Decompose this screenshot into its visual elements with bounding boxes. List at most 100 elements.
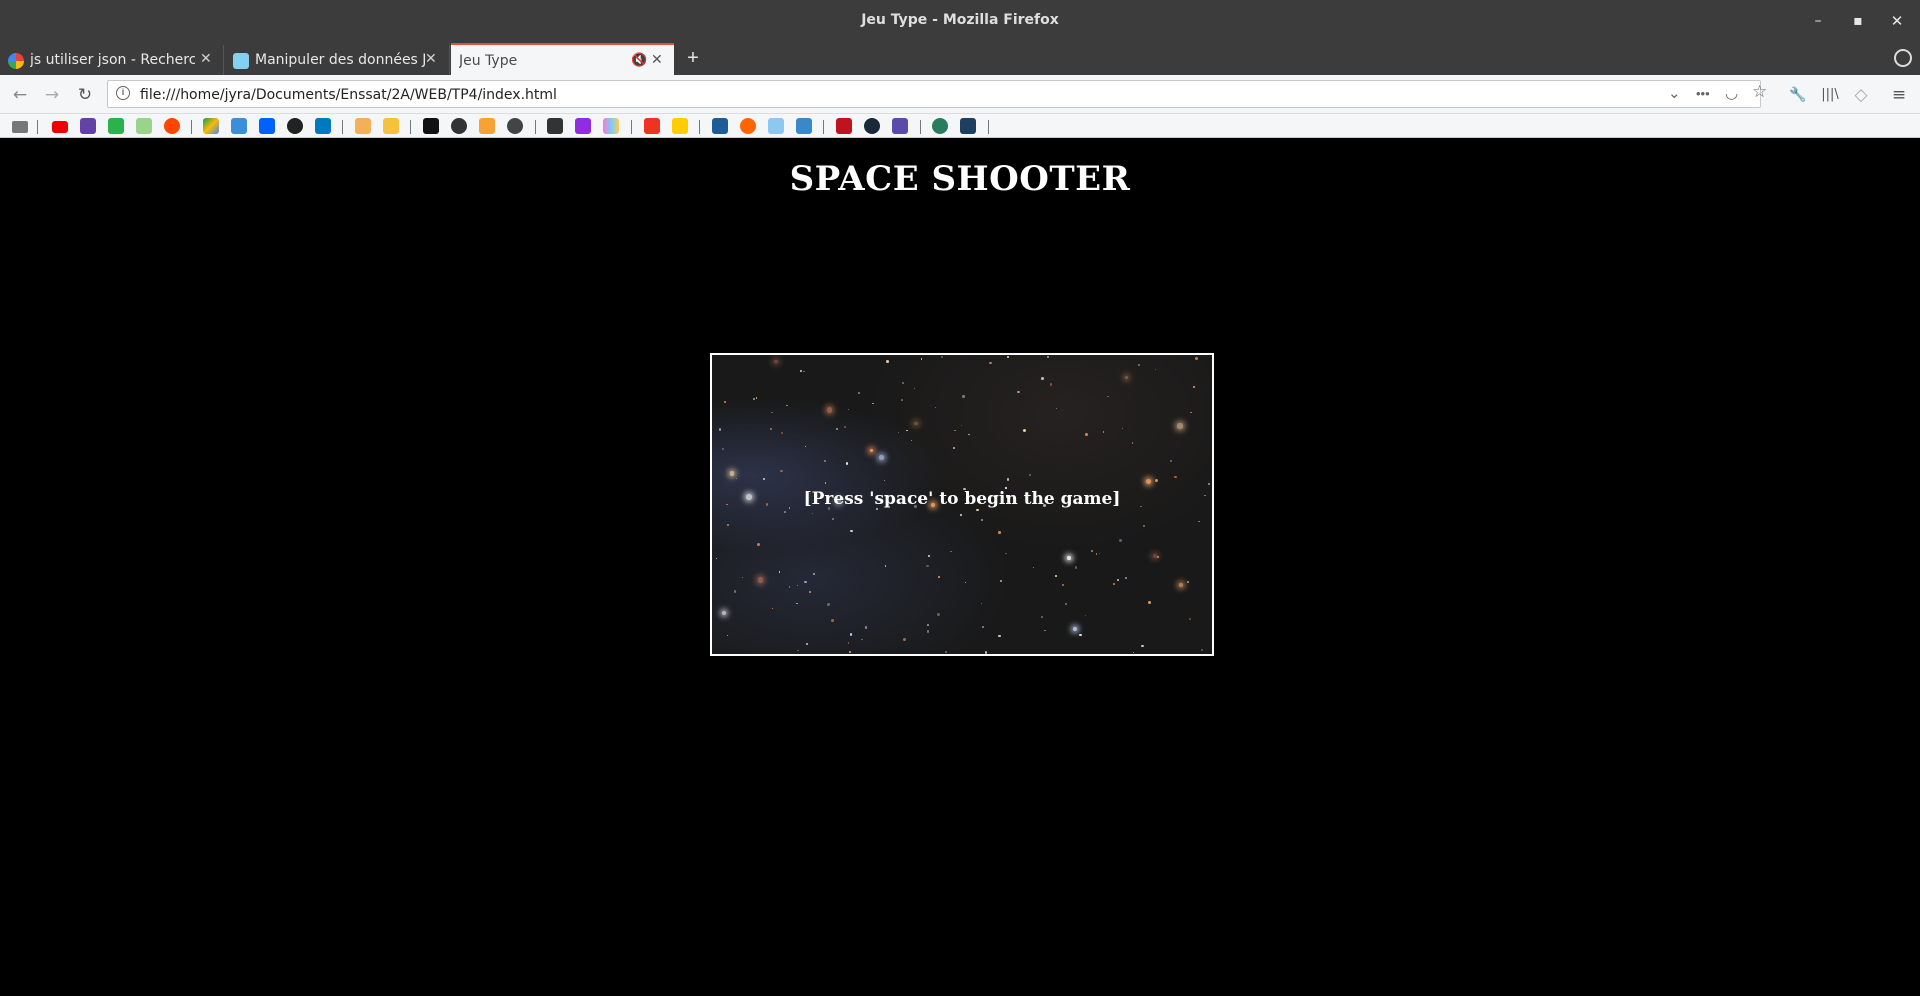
tab-google-search[interactable]: js utiliser json - Recherche ✕ [0, 45, 224, 75]
url-dropdown-icon[interactable]: ⌄ [1668, 84, 1681, 102]
star-particle [797, 649, 799, 652]
note-icon[interactable] [383, 118, 399, 134]
minimize-button[interactable]: – [1803, 8, 1833, 34]
url-text[interactable]: file:///home/jyra/Documents/Enssat/2A/WE… [140, 87, 557, 103]
star-particle [1198, 520, 1200, 523]
star-particle [1067, 556, 1071, 560]
play-icon[interactable] [479, 118, 495, 134]
star-particle [1072, 626, 1077, 631]
mute-icon[interactable]: 🔇 [631, 53, 647, 68]
puzzle-icon[interactable] [740, 118, 756, 134]
spreadsheet-icon[interactable] [136, 118, 152, 134]
star-particle [1145, 478, 1151, 484]
tools-icon[interactable]: 🔧 [1786, 83, 1810, 107]
star-particle [1143, 525, 1145, 527]
star-particle [926, 630, 930, 633]
star-particle [1043, 629, 1046, 632]
star-particle [1006, 477, 1010, 481]
forward-button[interactable]: → [40, 83, 64, 107]
news-icon[interactable] [712, 118, 728, 134]
drive-icon[interactable] [203, 118, 219, 134]
github-icon[interactable] [287, 118, 303, 134]
link-icon[interactable] [547, 118, 563, 134]
maximize-button[interactable]: ▪ [1843, 8, 1873, 34]
bookmark-star-icon[interactable]: ☆ [1752, 82, 1767, 102]
star-particle [797, 585, 799, 587]
star-particle [1085, 614, 1087, 616]
star-particle [1148, 601, 1152, 605]
tracking-protection-icon[interactable] [1894, 49, 1912, 67]
star-particle [774, 359, 778, 364]
star-particle [1189, 617, 1191, 620]
star-particle [752, 398, 755, 400]
circle-icon[interactable] [451, 118, 467, 134]
video-icon[interactable] [892, 118, 908, 134]
star-particle [984, 650, 988, 654]
pocket-bookmark-icon[interactable] [231, 118, 247, 134]
reddit-icon[interactable] [164, 118, 180, 134]
star-particle [1032, 566, 1035, 569]
game-canvas[interactable]: [Press 'space' to begin the game] [710, 353, 1214, 656]
menu-icon[interactable]: ≡ [1887, 83, 1911, 107]
close-tab-icon[interactable]: ✕ [651, 52, 663, 68]
star-particle [980, 603, 982, 605]
tab-label: Manipuler des données JSON [255, 52, 425, 68]
star-particle [962, 394, 965, 398]
star-particle [961, 425, 963, 427]
shield-icon[interactable]: ◇ [1849, 83, 1873, 107]
star-particle [869, 449, 873, 453]
hands-icon[interactable] [796, 118, 812, 134]
star-particle [1098, 552, 1101, 555]
star-particle [998, 634, 1001, 638]
check-icon[interactable] [932, 118, 948, 134]
star-particle [721, 447, 725, 451]
back-button[interactable]: ← [8, 83, 32, 107]
star-particle [756, 542, 760, 546]
star-particle [1157, 555, 1160, 558]
star-particle [788, 586, 791, 588]
feedly-icon[interactable] [108, 118, 124, 134]
m-icon[interactable] [423, 118, 439, 134]
flash-icon[interactable] [644, 118, 660, 134]
page-content: SPACE SHOOTER [Press 'space' to begin th… [0, 139, 1920, 996]
tab-jeu-type[interactable]: Jeu Type 🔇 ✕ [451, 43, 674, 75]
d-icon[interactable] [575, 118, 591, 134]
terminal-icon[interactable] [960, 118, 976, 134]
close-window-button[interactable]: ✕ [1882, 8, 1912, 34]
star-particle [1040, 616, 1043, 619]
star-particle [831, 619, 835, 623]
tab-mdn-json[interactable]: Manipuler des données JSON ✕ [225, 45, 450, 75]
steam-icon[interactable] [864, 118, 880, 134]
mc-icon[interactable] [672, 118, 688, 134]
pocket-icon[interactable]: ◡ [1725, 84, 1738, 102]
new-tab-button[interactable]: + [681, 46, 705, 70]
star-particle [784, 511, 786, 514]
site-info-icon[interactable]: i [116, 86, 130, 100]
reload-button[interactable]: ↻ [73, 83, 97, 107]
star-particle [809, 590, 812, 594]
trello-icon[interactable] [315, 118, 331, 134]
star-particle [826, 603, 830, 607]
page-actions-icon[interactable]: ••• [1696, 86, 1710, 101]
star-particle [953, 447, 955, 449]
star-particle [727, 635, 729, 637]
ifttt-icon[interactable] [355, 118, 371, 134]
star-particle [906, 429, 908, 432]
close-tab-icon[interactable]: ✕ [200, 51, 212, 67]
library-icon[interactable]: |||\ [1818, 83, 1842, 107]
close-tab-icon[interactable]: ✕ [425, 51, 437, 67]
folder-icon[interactable] [12, 121, 28, 133]
window-title: Jeu Type - Mozilla Firefox [861, 12, 1059, 28]
twitch-icon[interactable] [80, 118, 96, 134]
star-particle [1116, 579, 1119, 581]
clock-icon[interactable] [507, 118, 523, 134]
dropbox-icon[interactable] [259, 118, 275, 134]
book-icon[interactable] [768, 118, 784, 134]
star-particle [826, 407, 833, 414]
youtube-icon[interactable] [52, 121, 68, 133]
url-bar[interactable]: i file:///home/jyra/Documents/Enssat/2A/… [107, 80, 1767, 108]
bars-icon[interactable] [603, 118, 619, 134]
star-particle [1200, 649, 1203, 652]
h-icon[interactable] [836, 118, 852, 134]
star-particle [780, 432, 783, 435]
